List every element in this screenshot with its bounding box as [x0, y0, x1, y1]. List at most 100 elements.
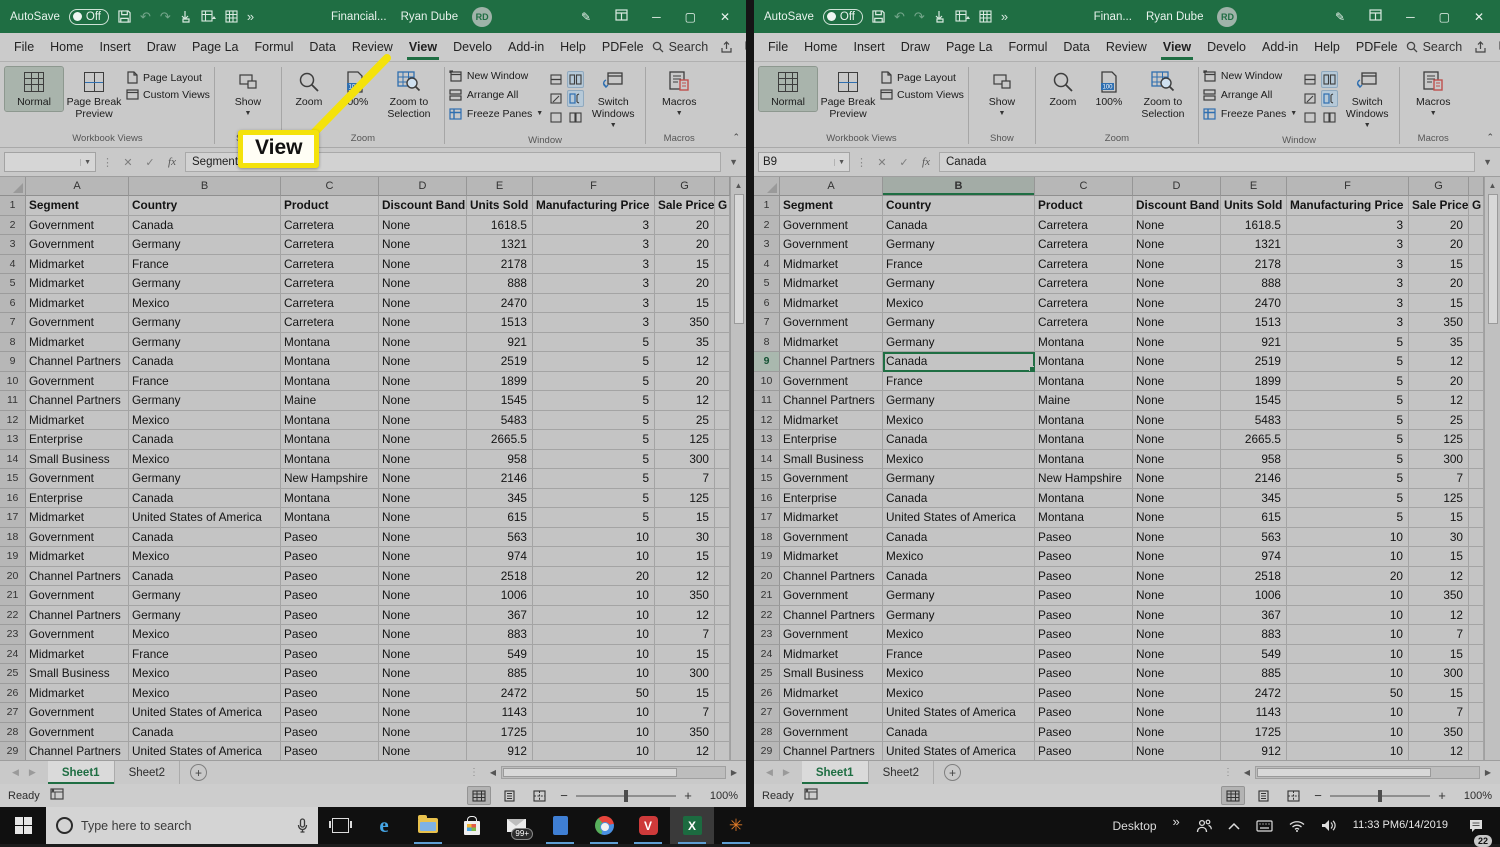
cell-E22[interactable]: 367	[1221, 606, 1287, 626]
cell-C4[interactable]: Carretera	[281, 255, 379, 275]
cell-G20[interactable]: 12	[655, 567, 715, 587]
cell-D2[interactable]: None	[379, 216, 467, 236]
cell-A27[interactable]: Government	[780, 703, 883, 723]
cell-F6[interactable]: 3	[1287, 294, 1409, 314]
row-header-17[interactable]: 17	[754, 508, 780, 528]
cell-A20[interactable]: Channel Partners	[26, 567, 129, 587]
cell-B14[interactable]: Mexico	[883, 450, 1035, 470]
cell-F1[interactable]: Manufacturing Price	[533, 196, 655, 216]
cell-B14[interactable]: Mexico	[129, 450, 281, 470]
row-header-12[interactable]: 12	[754, 411, 780, 431]
cell-C29[interactable]: Paseo	[281, 742, 379, 760]
cell-F22[interactable]: 10	[1287, 606, 1409, 626]
cell-D17[interactable]: None	[1133, 508, 1221, 528]
cell-E1[interactable]: Units Sold	[467, 196, 533, 216]
outlook-icon[interactable]	[538, 807, 582, 844]
cell-F9[interactable]: 5	[1287, 352, 1409, 372]
app-starburst-icon[interactable]: ✳	[714, 807, 758, 844]
cell-D19[interactable]: None	[1133, 547, 1221, 567]
menu-tab-review[interactable]: Review	[344, 33, 401, 61]
spreadsheet-grid[interactable]: ABCDEFG1SegmentCountryProductDiscount Ba…	[754, 177, 1484, 760]
cell-B27[interactable]: United States of America	[129, 703, 281, 723]
cell-D6[interactable]: None	[379, 294, 467, 314]
cell-B29[interactable]: United States of America	[129, 742, 281, 760]
cell-D29[interactable]: None	[379, 742, 467, 760]
cell-F16[interactable]: 5	[1287, 489, 1409, 509]
row-header-24[interactable]: 24	[754, 645, 780, 665]
expand-formula-bar-icon[interactable]: ▼	[725, 157, 742, 167]
sheet-nav-right-icon[interactable]: ▶	[29, 767, 36, 778]
cell-A24[interactable]: Midmarket	[26, 645, 129, 665]
cell-A6[interactable]: Midmarket	[780, 294, 883, 314]
cell-D4[interactable]: None	[1133, 255, 1221, 275]
cell-E9[interactable]: 2519	[467, 352, 533, 372]
cell-D6[interactable]: None	[1133, 294, 1221, 314]
autosave-toggle[interactable]: Off	[69, 9, 109, 25]
draw-pen-icon[interactable]: ✎	[1323, 6, 1357, 28]
cell-D10[interactable]: None	[1133, 372, 1221, 392]
cell-A2[interactable]: Government	[780, 216, 883, 236]
cell-D19[interactable]: None	[379, 547, 467, 567]
cell-E3[interactable]: 1321	[467, 235, 533, 255]
select-all-corner[interactable]	[754, 177, 780, 196]
document-title[interactable]: Finan...	[1094, 11, 1132, 23]
cell-E25[interactable]: 885	[467, 664, 533, 684]
cell-E5[interactable]: 888	[1221, 274, 1287, 294]
cell-E12[interactable]: 5483	[467, 411, 533, 431]
cell-E22[interactable]: 367	[467, 606, 533, 626]
cell-F7[interactable]: 3	[1287, 313, 1409, 333]
scroll-up-icon[interactable]: ▲	[1489, 177, 1497, 192]
cell-G1[interactable]: Sale Price	[1409, 196, 1469, 216]
chrome-icon[interactable]	[582, 807, 626, 844]
page-break-preview-button[interactable]: Page Break Preview	[65, 67, 123, 123]
microsoft-store-icon[interactable]	[450, 807, 494, 844]
vertical-scrollbar[interactable]: ▲	[1484, 177, 1500, 760]
status-page-break-icon[interactable]	[528, 787, 550, 804]
touch-mode-icon[interactable]	[180, 10, 192, 23]
status-normal-view-icon[interactable]	[468, 787, 490, 804]
format-table-icon[interactable]	[979, 10, 992, 23]
format-table-icon[interactable]	[225, 10, 238, 23]
row-header-27[interactable]: 27	[754, 703, 780, 723]
menu-tab-develo[interactable]: Develo	[1199, 33, 1254, 61]
cell-B20[interactable]: Canada	[129, 567, 281, 587]
cell-D7[interactable]: None	[379, 313, 467, 333]
cell-B5[interactable]: Germany	[883, 274, 1035, 294]
cell-D29[interactable]: None	[1133, 742, 1221, 760]
cell-E11[interactable]: 1545	[467, 391, 533, 411]
cell-A18[interactable]: Government	[26, 528, 129, 548]
row-header-8[interactable]: 8	[0, 333, 26, 353]
cell-F24[interactable]: 10	[1287, 645, 1409, 665]
row-header-3[interactable]: 3	[0, 235, 26, 255]
macro-record-icon[interactable]	[804, 788, 818, 803]
formula-input[interactable]: Segment	[185, 152, 721, 172]
column-header-d[interactable]: D	[379, 177, 467, 196]
menu-tab-add-in[interactable]: Add-in	[1254, 33, 1306, 61]
cell-A4[interactable]: Midmarket	[26, 255, 129, 275]
menu-tab-file[interactable]: File	[760, 33, 796, 61]
new-sheet-button[interactable]: +	[190, 764, 207, 781]
cell-D23[interactable]: None	[379, 625, 467, 645]
cell-D24[interactable]: None	[1133, 645, 1221, 665]
cell-C27[interactable]: Paseo	[1035, 703, 1133, 723]
cell-B23[interactable]: Mexico	[883, 625, 1035, 645]
cell-D18[interactable]: None	[379, 528, 467, 548]
edge-icon[interactable]: e	[362, 807, 406, 844]
cell-E7[interactable]: 1513	[467, 313, 533, 333]
insert-function-icon[interactable]: fx	[163, 156, 181, 168]
cell-E26[interactable]: 2472	[467, 684, 533, 704]
cell-A17[interactable]: Midmarket	[780, 508, 883, 528]
cell-C8[interactable]: Montana	[281, 333, 379, 353]
row-header-15[interactable]: 15	[0, 469, 26, 489]
row-header-8[interactable]: 8	[754, 333, 780, 353]
cell-A22[interactable]: Channel Partners	[780, 606, 883, 626]
name-box[interactable]: ▼	[4, 152, 96, 172]
cell-D24[interactable]: None	[379, 645, 467, 665]
cell-G15[interactable]: 7	[1409, 469, 1469, 489]
cell-F10[interactable]: 5	[533, 372, 655, 392]
row-header-16[interactable]: 16	[754, 489, 780, 509]
row-header-3[interactable]: 3	[754, 235, 780, 255]
cell-E25[interactable]: 885	[1221, 664, 1287, 684]
cell-G5[interactable]: 20	[1409, 274, 1469, 294]
row-header-28[interactable]: 28	[0, 723, 26, 743]
